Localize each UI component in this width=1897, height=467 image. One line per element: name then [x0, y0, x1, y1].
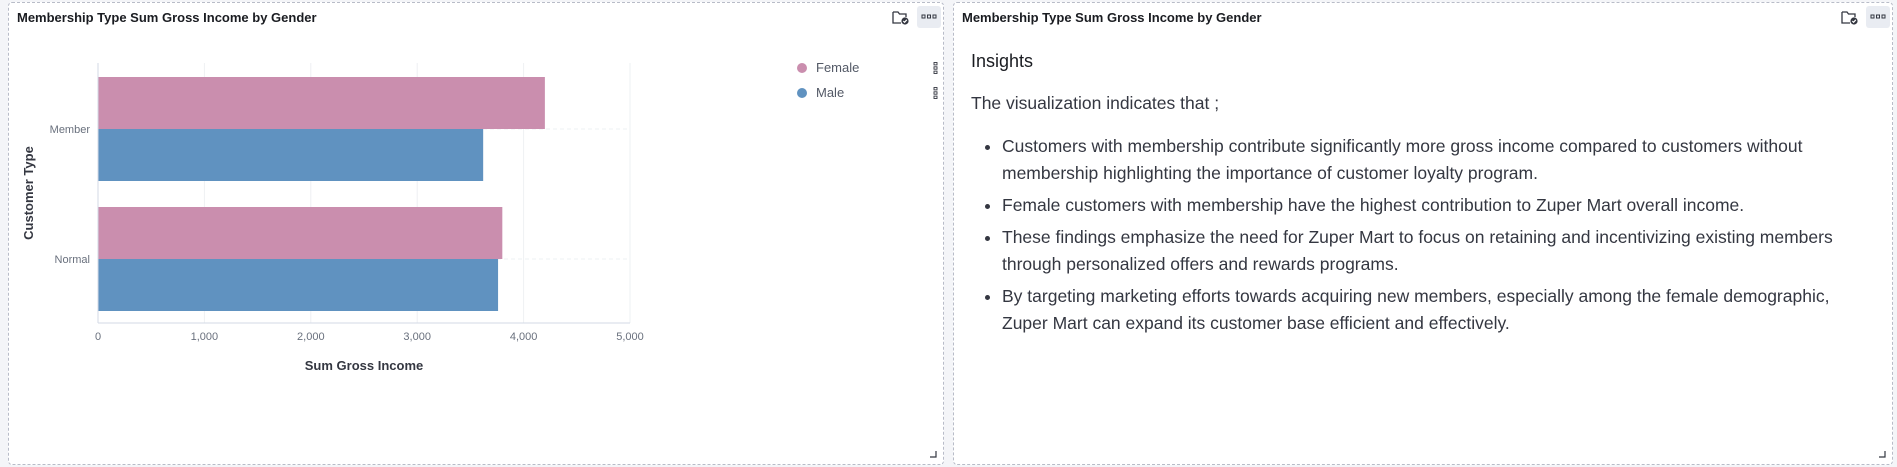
more-vertical-icon[interactable]	[933, 62, 939, 74]
more-vertical-icon[interactable]	[933, 87, 939, 99]
chart-legend: Female Male	[797, 55, 939, 105]
x-axis-title: Sum Gross Income	[305, 358, 423, 373]
panel-toolbar	[889, 6, 941, 28]
insight-item: By targeting marketing efforts towards a…	[1002, 283, 1872, 337]
bar-female-normal[interactable]	[98, 207, 503, 259]
more-horizontal-icon[interactable]	[917, 6, 941, 28]
panel-toolbar	[1838, 6, 1890, 28]
legend-swatch-female	[797, 62, 807, 73]
legend-item-female[interactable]: Female	[797, 55, 939, 80]
insights-list: Customers with membership contribute sig…	[971, 133, 1872, 337]
y-tick-label: Normal	[55, 254, 90, 266]
panel-title: Membership Type Sum Gross Income by Gend…	[17, 10, 317, 25]
legend-label: Male	[816, 85, 845, 100]
folder-check-icon[interactable]	[889, 6, 913, 28]
bar-male-normal[interactable]	[98, 259, 499, 311]
insight-item: Female customers with membership have th…	[1002, 192, 1872, 219]
insights-intro: The visualization indicates that ;	[971, 93, 1220, 113]
insight-item: These findings emphasize the need for Zu…	[1002, 224, 1872, 278]
bar-female-member[interactable]	[98, 77, 545, 129]
legend-swatch-male	[797, 87, 807, 98]
more-horizontal-icon[interactable]	[1866, 6, 1890, 28]
x-tick-label: 3,000	[403, 331, 431, 343]
insight-item: Customers with membership contribute sig…	[1002, 133, 1872, 187]
folder-check-icon[interactable]	[1838, 6, 1862, 28]
chart-bars	[98, 77, 545, 311]
chart-panel: Membership Type Sum Gross Income by Gend…	[8, 2, 944, 465]
x-tick-label: 1,000	[191, 331, 219, 343]
y-axis-title: Customer Type	[21, 146, 36, 240]
bar-chart: 0 1,000 2,000 3,000 4,000 5,000 Member Normal S…	[21, 63, 644, 373]
legend-item-male[interactable]: Male	[797, 80, 939, 105]
insights-panel: Membership Type Sum Gross Income by Gend…	[953, 2, 1893, 465]
insights-heading: Insights	[971, 51, 1034, 71]
legend-label: Female	[816, 60, 860, 75]
panel-title: Membership Type Sum Gross Income by Gend…	[962, 10, 1262, 25]
resize-handle-icon[interactable]	[929, 450, 937, 458]
bar-male-member[interactable]	[98, 129, 484, 181]
y-tick-label: Member	[50, 124, 91, 136]
x-tick-label: 2,000	[297, 331, 325, 343]
x-tick-label: 4,000	[510, 331, 538, 343]
insights-content: Insights The visualization indicates tha…	[971, 51, 1872, 342]
x-tick-label: 5,000	[616, 331, 644, 343]
resize-handle-icon[interactable]	[1878, 450, 1886, 458]
x-tick-label: 0	[95, 331, 101, 343]
